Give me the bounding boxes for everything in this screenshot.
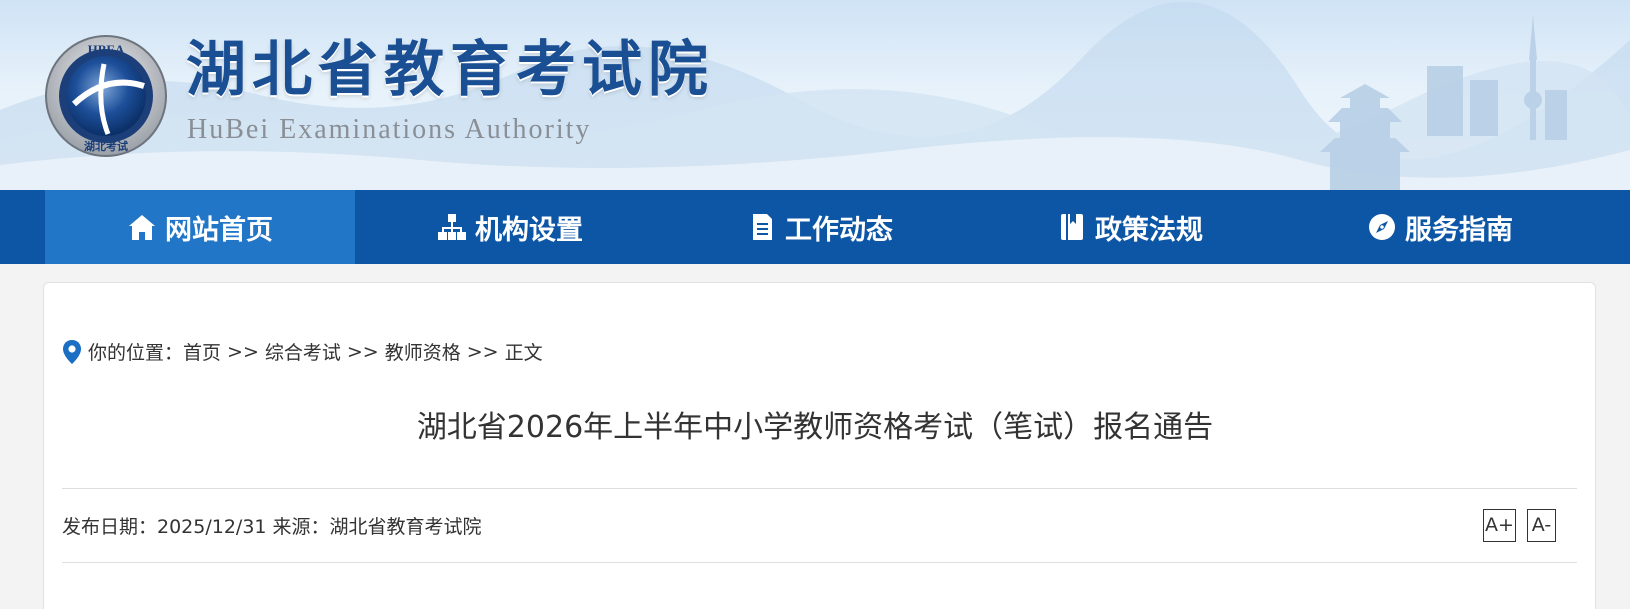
nav-item-label: 机构设置 xyxy=(475,214,583,246)
breadcrumb-current: 正文 xyxy=(504,342,543,364)
breadcrumb-prefix: 你的位置： xyxy=(88,342,184,364)
breadcrumb: 你的位置： 首页 >> 综合考试 >> 教师资格 >> 正文 xyxy=(62,338,543,365)
title-divider xyxy=(62,488,1577,489)
article-meta: 发布日期：2025/12/31 来源：湖北省教育考试院 xyxy=(62,516,482,538)
nav-item-label: 网站首页 xyxy=(165,214,273,246)
nav-item-home[interactable]: 网站首页 xyxy=(45,190,355,264)
font-increase-button[interactable]: A+ xyxy=(1483,509,1516,542)
nav-item-policy[interactable]: 政策法规 xyxy=(975,190,1285,264)
compass-icon xyxy=(1369,214,1395,240)
main-nav: 网站首页 机构设置 工作动态 政策法规 服务指南 xyxy=(0,190,1630,264)
hbea-logo: HBEA 湖北考试 xyxy=(45,35,167,157)
nav-item-service-guide[interactable]: 服务指南 xyxy=(1285,190,1595,264)
location-pin-icon xyxy=(63,339,81,364)
nav-item-work-news[interactable]: 工作动态 xyxy=(665,190,975,264)
svg-text:湖北考试: 湖北考试 xyxy=(84,139,128,153)
book-icon xyxy=(1061,214,1083,240)
site-title: 湖北省教育考试院 xyxy=(186,35,714,105)
meta-divider xyxy=(62,562,1577,563)
svg-text:HBEA: HBEA xyxy=(88,42,125,57)
breadcrumb-home[interactable]: 首页 xyxy=(183,338,221,365)
nav-item-label: 服务指南 xyxy=(1405,214,1513,246)
font-decrease-button[interactable]: A- xyxy=(1527,509,1556,542)
site-banner: HBEA 湖北考试 湖北省教育考试院 HuBei Examinations Au… xyxy=(0,0,1630,190)
document-icon xyxy=(753,214,772,240)
nav-item-organization[interactable]: 机构设置 xyxy=(355,190,665,264)
article-title: 湖北省2026年上半年中小学教师资格考试（笔试）报名通告 xyxy=(416,410,1214,445)
breadcrumb-comprehensive-exams[interactable]: 综合考试 xyxy=(265,338,341,365)
site-subtitle: HuBei Examinations Authority xyxy=(187,114,592,145)
breadcrumb-teacher-qualification[interactable]: 教师资格 xyxy=(385,338,461,365)
breadcrumb-separator: >> xyxy=(466,340,499,363)
breadcrumb-separator: >> xyxy=(346,340,379,363)
home-icon xyxy=(129,215,155,240)
breadcrumb-separator: >> xyxy=(227,340,259,363)
nav-item-label: 政策法规 xyxy=(1095,214,1203,246)
org-chart-icon xyxy=(438,214,466,240)
nav-item-label: 工作动态 xyxy=(785,214,893,246)
